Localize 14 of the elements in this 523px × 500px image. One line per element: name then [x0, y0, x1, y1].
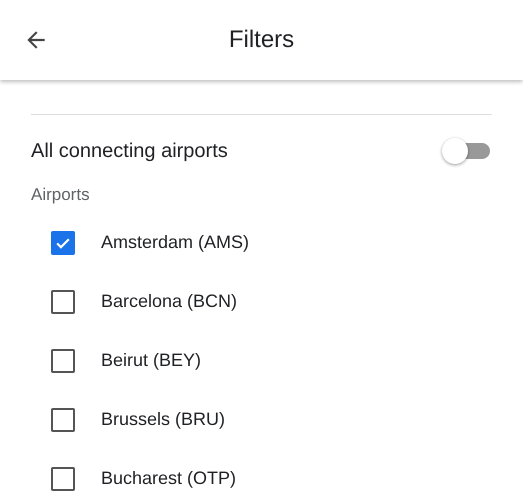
airport-label: Amsterdam (AMS): [101, 232, 250, 253]
airport-label: Bucharest (OTP): [101, 468, 236, 489]
airport-label: Brussels (BRU): [101, 409, 226, 430]
section-heading: Airports: [31, 185, 91, 206]
airport-label: Beirut (BEY): [101, 350, 202, 371]
toggle-label: All connecting airports: [31, 140, 228, 162]
airport-label: Barcelona (BCN): [101, 291, 238, 312]
screen-title: Filters: [228, 26, 294, 54]
checkbox[interactable]: [51, 466, 75, 490]
checkbox[interactable]: [51, 408, 75, 432]
toggle-switch[interactable]: [442, 138, 492, 164]
checkbox[interactable]: [51, 348, 75, 372]
checkbox[interactable]: [51, 290, 75, 314]
checkbox[interactable]: [51, 230, 75, 254]
